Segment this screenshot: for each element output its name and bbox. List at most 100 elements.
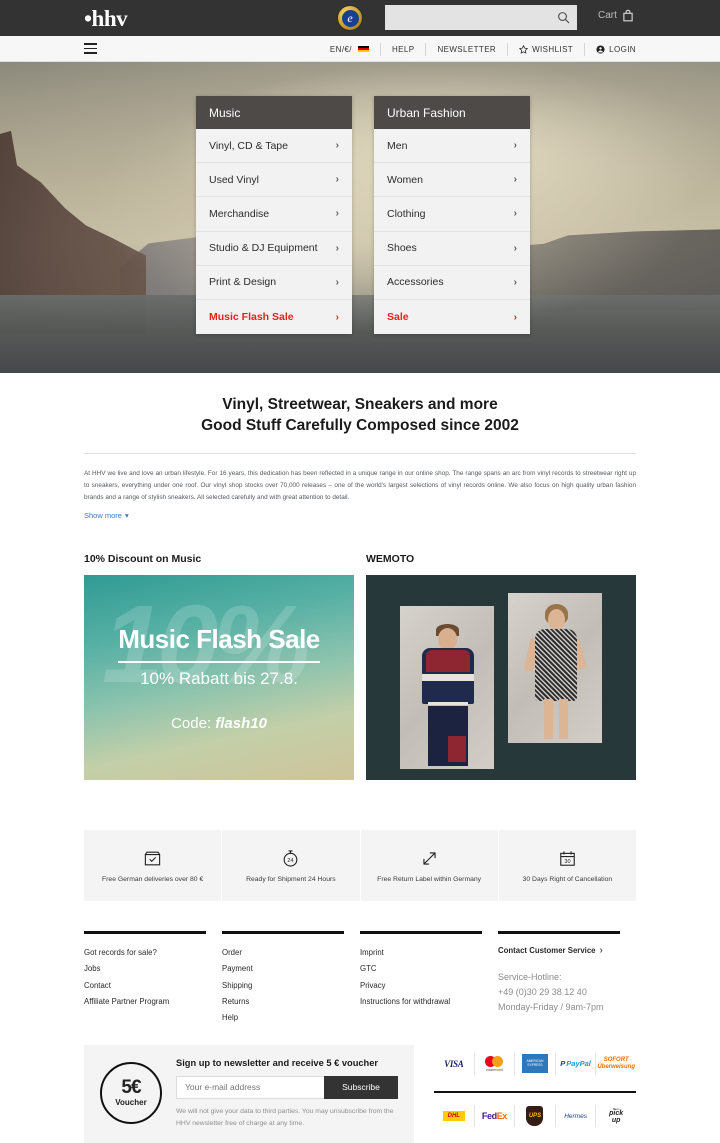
column-rule	[84, 931, 206, 934]
category-menu-panels: Music Vinyl, CD & Tape › Used Vinyl › Me…	[196, 96, 530, 335]
footer-link-returns[interactable]: Returns	[222, 994, 344, 1010]
newsletter-subscribe-button[interactable]: Subscribe	[324, 1075, 398, 1099]
footer-link-affiliate[interactable]: Affiliate Partner Program	[84, 994, 206, 1010]
footer-link-payment[interactable]: Payment	[222, 961, 344, 977]
site-logo[interactable]: •hhv	[84, 7, 128, 30]
dhl-icon: DHL	[442, 1111, 465, 1122]
menu-item-merchandise[interactable]: Merchandise ›	[196, 197, 352, 232]
newsletter-signup: 5€ Voucher Sign up to newsletter and rec…	[84, 1044, 414, 1143]
contact-cs-label: Contact Customer Service	[498, 945, 596, 955]
chevron-right-icon: ›	[335, 174, 339, 186]
column-rule	[222, 931, 344, 934]
hamburger-menu-icon[interactable]	[84, 43, 97, 54]
nav-item-newsletter[interactable]: NEWSLETTER	[426, 42, 509, 56]
menu-item-shoes[interactable]: Shoes ›	[374, 231, 530, 266]
newsletter-email-input[interactable]	[176, 1075, 324, 1099]
hotline-phone[interactable]: +49 (0)30 29 38 12 40	[498, 985, 620, 1000]
menu-item-used-vinyl[interactable]: Used Vinyl ›	[196, 163, 352, 198]
nav-item-login[interactable]: LOGIN	[585, 43, 636, 56]
menu-item-label: Sale	[387, 311, 409, 324]
benefit-ready-24h: 24 Ready for Shipment 24 Hours	[222, 830, 361, 902]
nav-item-help[interactable]: HELP	[381, 42, 427, 56]
footer-link-order[interactable]: Order	[222, 945, 344, 961]
voucher-amount: 5€	[121, 1077, 141, 1099]
menu-item-women[interactable]: Women ›	[374, 163, 530, 198]
wishlist-label: WISHLIST	[532, 44, 574, 54]
benefit-label: Ready for Shipment 24 Hours	[246, 875, 336, 883]
visa-icon: VISA	[444, 1058, 464, 1069]
menu-item-vinyl-cd-tape[interactable]: Vinyl, CD & Tape ›	[196, 129, 352, 164]
footer-column-legal: Imprint GTC Privacy Instructions for wit…	[360, 931, 498, 1026]
menu-item-label: Music Flash Sale	[209, 311, 294, 324]
sofort-icon: SOFORT Überweisung	[597, 1057, 636, 1070]
menu-item-sale[interactable]: Sale ›	[374, 299, 530, 335]
cart-button[interactable]: Cart	[598, 9, 634, 22]
footer-link-jobs[interactable]: Jobs	[84, 961, 206, 977]
chevron-right-icon: ›	[513, 276, 517, 288]
payment-divider	[434, 1090, 636, 1094]
menu-title-music: Music	[196, 96, 352, 129]
benefit-cancellation: 30 30 Days Right of Cancellation	[499, 830, 636, 901]
menu-item-music-flash-sale[interactable]: Music Flash Sale ›	[196, 299, 352, 335]
footer-link-privacy[interactable]: Privacy	[360, 978, 482, 994]
column-rule	[498, 931, 620, 934]
wemoto-banner[interactable]	[366, 575, 636, 781]
wemoto-photo-female-model	[508, 592, 602, 743]
search-input[interactable]	[385, 11, 557, 24]
menu-item-label: Print & Design	[209, 276, 277, 289]
contact-customer-service-link[interactable]: Contact Customer Service ›	[498, 945, 620, 956]
menu-item-men[interactable]: Men ›	[374, 129, 530, 164]
footer-link-shipping[interactable]: Shipping	[222, 978, 344, 994]
payment-logo-sofort: SOFORT Überweisung	[596, 1053, 636, 1075]
menu-item-label: Vinyl, CD & Tape	[209, 139, 288, 152]
model-trousers-red-patch	[448, 736, 466, 763]
shipping-logo-dhl: DHL	[434, 1105, 475, 1128]
chevron-down-icon: ▾	[124, 511, 129, 521]
menu-item-label: Studio & DJ Equipment	[209, 242, 318, 255]
secondary-nav-bar: EN/€/ HELP NEWSLETTER WISHLIST LOGIN	[0, 36, 720, 62]
ups-label: UPS	[528, 1113, 542, 1120]
show-more-label: Show more	[84, 511, 122, 521]
pickup-icon: Mein pick up	[609, 1107, 624, 1124]
footer-bottom-row: 5€ Voucher Sign up to newsletter and rec…	[84, 1044, 636, 1143]
help-label: HELP	[391, 44, 415, 54]
menu-item-label: Merchandise	[209, 207, 270, 220]
svg-text:24: 24	[288, 858, 294, 864]
shipping-logo-ups: UPS	[515, 1105, 556, 1128]
footer-link-imprint[interactable]: Imprint	[360, 945, 482, 961]
user-icon	[596, 44, 605, 54]
model-head	[438, 628, 457, 651]
service-hotline-block: Service-Hotline: +49 (0)30 29 38 12 40 M…	[498, 970, 620, 1015]
footer-link-got-records[interactable]: Got records for sale?	[84, 945, 206, 961]
menu-item-clothing[interactable]: Clothing ›	[374, 197, 530, 232]
menu-item-accessories[interactable]: Accessories ›	[374, 265, 530, 300]
wemoto-photo-male-model	[400, 606, 494, 770]
menu-column-music: Music Vinyl, CD & Tape › Used Vinyl › Me…	[196, 96, 352, 335]
locale-selector[interactable]: EN/€/	[319, 42, 381, 56]
service-benefits-bar: Free German deliveries over 80 € 24 Read…	[84, 830, 636, 902]
footer-link-gtc[interactable]: GTC	[360, 961, 482, 977]
footer-link-help[interactable]: Help	[222, 1010, 344, 1026]
menu-item-studio-dj-equipment[interactable]: Studio & DJ Equipment ›	[196, 231, 352, 266]
search-icon[interactable]	[557, 11, 570, 24]
payment-and-shipping-logos: VISA mastercard AMERICAN EXPRESS P PayPal	[434, 1045, 636, 1143]
return-arrow-icon	[420, 849, 439, 868]
promo-title: WEMOTO	[366, 553, 415, 566]
show-more-link[interactable]: Show more ▾	[84, 511, 129, 520]
model-head	[548, 608, 565, 630]
footer-column-company: Got records for sale? Jobs Contact Affil…	[84, 931, 222, 1026]
trusted-shops-badge-icon[interactable]: e	[337, 5, 363, 31]
menu-item-label: Shoes	[387, 242, 417, 255]
menu-item-print-design[interactable]: Print & Design ›	[196, 265, 352, 300]
footer-link-withdrawal[interactable]: Instructions for withdrawal	[360, 994, 482, 1010]
promo-title: 10% Discount on Music	[84, 553, 202, 566]
flash-sale-banner[interactable]: 10% Music Flash Sale 10% Rabatt bis 27.8…	[84, 575, 354, 781]
nav-item-wishlist[interactable]: WISHLIST	[508, 42, 586, 56]
paypal-icon: P PayPal	[560, 1059, 591, 1069]
chevron-right-icon: ›	[513, 208, 517, 220]
calendar-30-icon: 30	[558, 849, 577, 868]
model-jacket-white-stripe	[422, 674, 474, 682]
search-bar[interactable]	[385, 5, 577, 30]
footer-link-contact[interactable]: Contact	[84, 978, 206, 994]
package-check-icon	[143, 849, 162, 868]
